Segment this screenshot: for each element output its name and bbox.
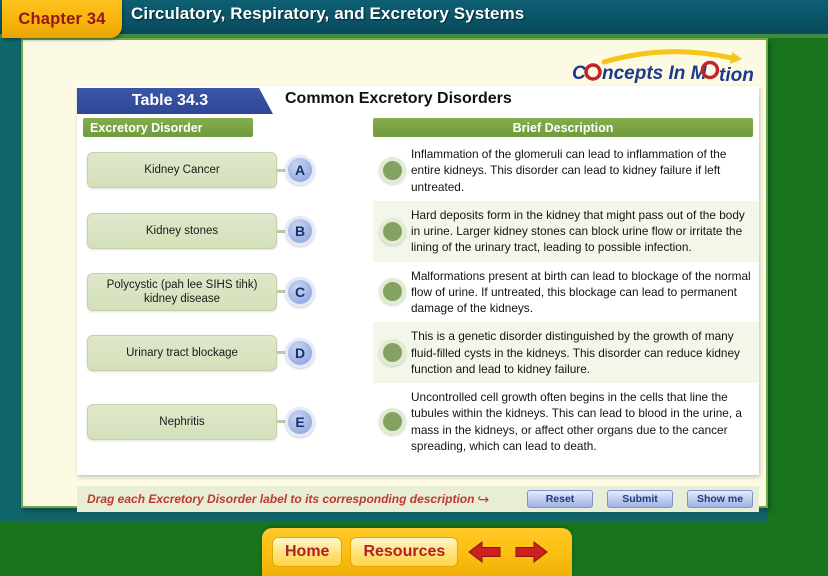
table-row: Kidney stones B Hard deposits form in th…: [77, 200, 759, 262]
disorder-letter-badge[interactable]: C: [285, 276, 315, 307]
letter-badge-text: C: [294, 283, 306, 300]
drop-target-circle[interactable]: [379, 408, 406, 436]
reset-button[interactable]: Reset: [527, 490, 593, 508]
svg-text:tion: tion: [719, 65, 754, 86]
chapter-tab[interactable]: Chapter 34: [2, 0, 122, 38]
letter-badge-text: E: [295, 413, 305, 430]
chapter-label: Chapter 34: [18, 9, 106, 28]
draggable-disorder-label[interactable]: Nephritis: [87, 403, 277, 440]
draggable-disorder-label[interactable]: Kidney Cancer: [87, 152, 277, 189]
table-rows: Kidney Cancer A Inflammation of the glom…: [77, 140, 759, 461]
description-text: Hard deposits form in the kidney that mi…: [411, 207, 745, 255]
table-number-badge: Table 34.3: [77, 88, 273, 114]
instruction-bar: Drag each Excretory Disorder label to it…: [77, 486, 759, 512]
concepts-in-motion-logo: C ncepts In M tion: [564, 45, 754, 87]
disorder-label-text: Kidney stones: [145, 225, 219, 237]
description-cell: Inflammation of the glomeruli can lead t…: [373, 140, 759, 201]
forward-arrow-icon[interactable]: [512, 536, 550, 568]
bottom-navigation-bar: Home Resources: [262, 528, 572, 576]
description-cell: Hard deposits form in the kidney that mi…: [373, 200, 759, 262]
description-text: Malformations present at birth can lead …: [411, 268, 751, 316]
disorder-label-text: Nephritis: [159, 415, 205, 428]
description-cell: Uncontrolled cell growth often begins in…: [373, 383, 759, 461]
table-row: Nephritis E Uncontrolled cell growth oft…: [77, 383, 759, 461]
draggable-disorder-label[interactable]: Polycystic (pah lee SIHS tihk) kidney di…: [87, 272, 277, 312]
disorders-table: Table 34.3 Common Excretory Disorders Ex…: [77, 86, 759, 475]
draggable-disorder-label[interactable]: Urinary tract blockage: [87, 334, 277, 371]
description-text: This is a genetic disorder distinguished…: [411, 329, 740, 376]
column-header-disorder: Excretory Disorder: [83, 118, 253, 137]
home-button[interactable]: Home: [272, 537, 343, 567]
action-button-group: Reset Submit Show me: [527, 490, 753, 508]
description-cell: Malformations present at birth can lead …: [373, 261, 759, 323]
svg-text:ncepts In M: ncepts In M: [602, 63, 708, 84]
table-caption: Common Excretory Disorders: [285, 90, 512, 107]
instruction-text: Drag each Excretory Disorder label to it…: [87, 492, 475, 506]
disorder-cell: Polycystic (pah lee SIHS tihk) kidney di…: [77, 261, 373, 323]
show-me-button[interactable]: Show me: [687, 490, 753, 508]
application-stage: Chapter 34 Circulatory, Respiratory, and…: [0, 0, 828, 576]
disorder-label-text: Polycystic (pah lee SIHS tihk) kidney di…: [106, 278, 258, 305]
submit-button[interactable]: Submit: [607, 490, 673, 508]
table-row: Polycystic (pah lee SIHS tihk) kidney di…: [77, 261, 759, 323]
column-header-description: Brief Description: [373, 118, 753, 137]
letter-badge-text: D: [294, 344, 306, 361]
disorder-cell: Kidney Cancer A: [77, 140, 373, 201]
letter-badge-text: A: [294, 162, 306, 179]
disorder-cell: Kidney stones B: [77, 200, 373, 262]
course-title: Circulatory, Respiratory, and Excretory …: [131, 4, 525, 23]
right-green-frame: [768, 34, 828, 576]
draggable-disorder-label[interactable]: Kidney stones: [87, 213, 277, 250]
back-arrow-icon[interactable]: [466, 536, 504, 568]
instruction-arrow-icon: ↪: [477, 490, 490, 507]
resources-button[interactable]: Resources: [350, 537, 459, 567]
disorder-letter-badge[interactable]: D: [285, 337, 315, 368]
disorder-cell: Urinary tract blockage D: [77, 322, 373, 384]
disorder-label-text: Kidney Cancer: [144, 164, 220, 177]
disorder-letter-badge[interactable]: E: [285, 406, 315, 437]
disorder-label-text: Urinary tract blockage: [126, 346, 238, 359]
drop-target-circle[interactable]: [379, 217, 406, 245]
table-heading: Table 34.3 Common Excretory Disorders: [77, 86, 759, 116]
table-row: Kidney Cancer A Inflammation of the glom…: [77, 140, 759, 201]
drop-target-circle[interactable]: [379, 339, 406, 367]
table-number-label: Table 34.3: [131, 92, 209, 109]
disorder-letter-badge[interactable]: A: [285, 155, 315, 186]
description-text: Uncontrolled cell growth often begins in…: [411, 390, 742, 453]
table-row: Urinary tract blockage D This is a genet…: [77, 322, 759, 384]
description-cell: This is a genetic disorder distinguished…: [373, 322, 759, 384]
drop-target-circle[interactable]: [379, 156, 406, 184]
content-panel: C ncepts In M tion Table 34.3 Common Exc…: [21, 38, 768, 512]
disorder-letter-badge[interactable]: B: [285, 216, 315, 247]
disorder-cell: Nephritis E: [77, 383, 373, 461]
description-text: Inflammation of the glomeruli can lead t…: [411, 147, 727, 194]
drop-target-circle[interactable]: [379, 278, 406, 306]
svg-text:C: C: [572, 63, 586, 84]
letter-badge-text: B: [294, 223, 306, 240]
column-headers: Excretory Disorder Brief Description: [77, 118, 759, 140]
